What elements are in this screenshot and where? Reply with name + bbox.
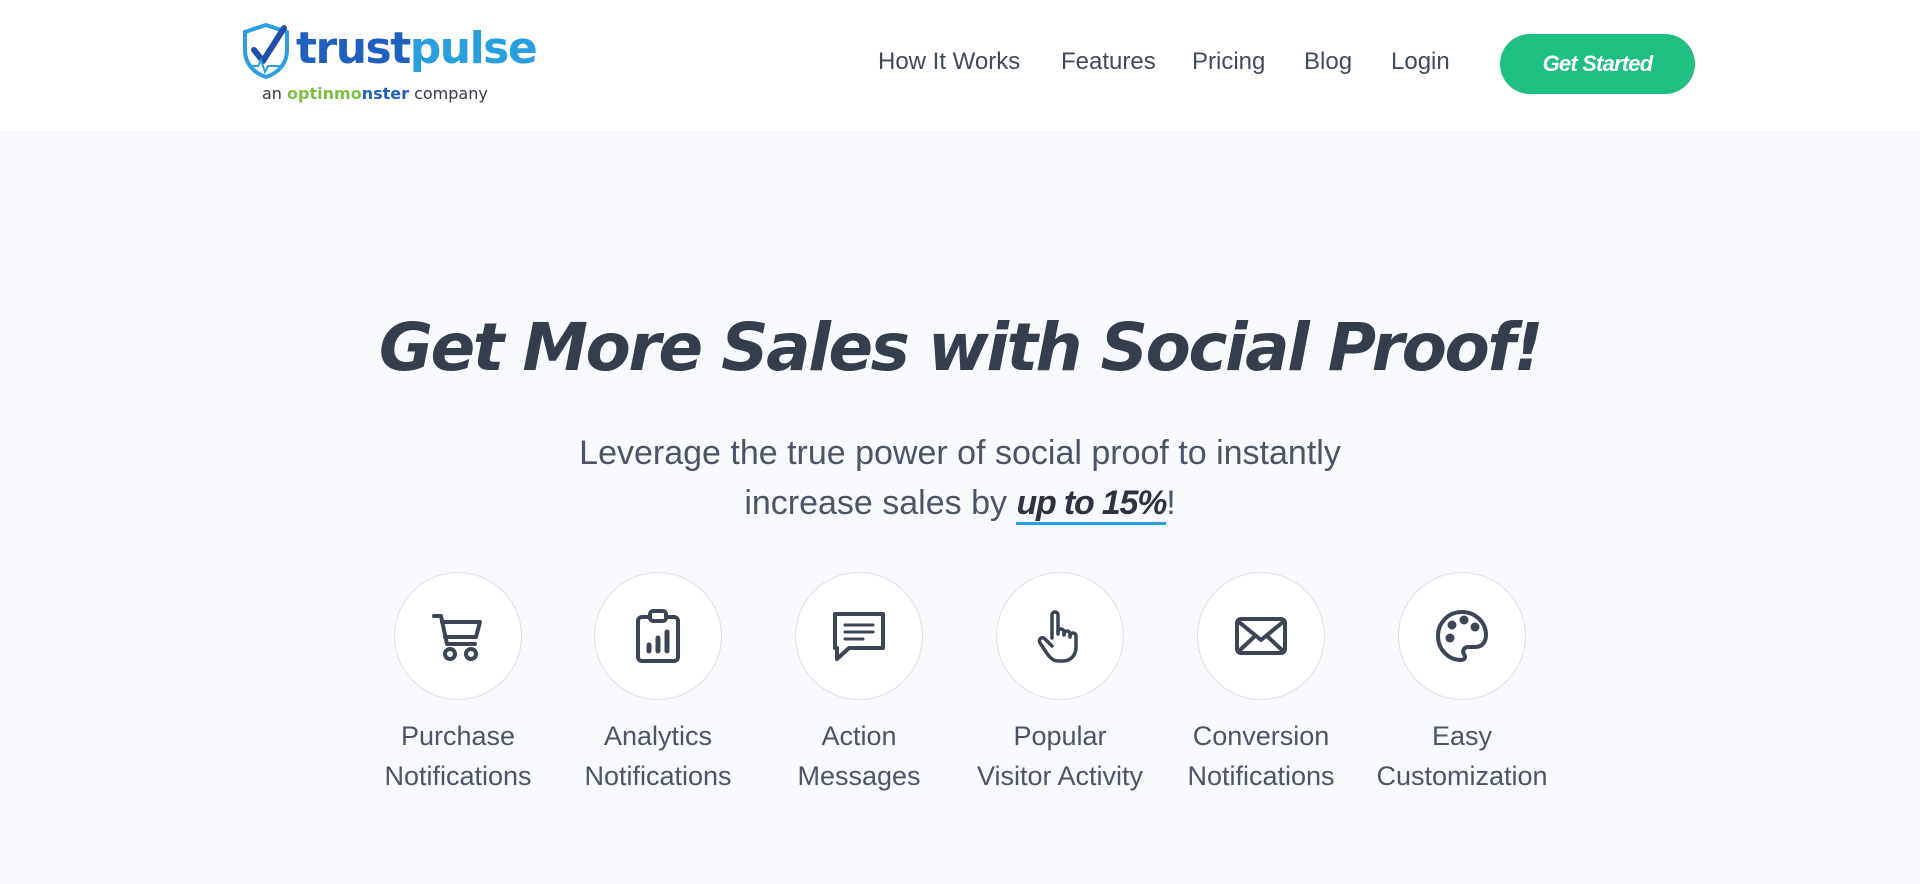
feature-label-line2: Notifications [384, 761, 532, 791]
feature-icon-circle [795, 572, 923, 700]
feature-label-line1: Easy [1431, 721, 1493, 751]
hero-subtitle-highlight: up to 15% [1016, 484, 1167, 525]
feature-label-line1: Purchase [400, 721, 516, 751]
logo-wordmark: trustpulse [296, 23, 538, 74]
site-header: trustpulse an optinmonster company How I… [0, 0, 1920, 130]
pointer-hand-icon [1037, 610, 1078, 663]
logo-word-trust: trust [296, 23, 411, 74]
feature-label-line1: Conversion [1192, 721, 1330, 751]
hero-subtitle-line2-suffix: ! [1166, 484, 1176, 522]
feature-icon-circle [394, 572, 522, 700]
feature-popular-visitor-activity[interactable]: Popular Visitor Activity [965, 572, 1155, 796]
feature-label: Popular Visitor Activity [965, 716, 1155, 796]
trustpulse-logo[interactable]: trustpulse an optinmonster company [240, 22, 538, 108]
feature-icon-circle [1197, 572, 1325, 700]
feature-label-line2: Notifications [584, 761, 732, 791]
logo-tagline: an optinmonster company [262, 84, 488, 103]
envelope-icon [1235, 617, 1287, 655]
hero-subtitle: Leverage the true power of social proof … [460, 428, 1460, 528]
feature-label-line2: Notifications [1187, 761, 1335, 791]
nav-login[interactable]: Login [1391, 44, 1450, 80]
hero-subtitle-line2-prefix: increase sales by [744, 484, 1017, 522]
feature-label-line1: Analytics [603, 721, 713, 751]
feature-icon-circle [996, 572, 1124, 700]
feature-purchase-notifications[interactable]: Purchase Notifications [363, 572, 553, 796]
tagline-suffix: company [414, 84, 488, 103]
tagline-brand-ball: o [350, 84, 362, 103]
nav-features[interactable]: Features [1061, 44, 1156, 80]
feature-conversion-notifications[interactable]: Conversion Notifications [1166, 572, 1356, 796]
feature-label-line1: Popular [1013, 721, 1107, 751]
feature-label: Easy Customization [1367, 716, 1557, 796]
nav-pricing[interactable]: Pricing [1192, 44, 1265, 80]
shopping-cart-icon [432, 614, 482, 661]
feature-icon-circle [1398, 572, 1526, 700]
tagline-prefix: an [262, 84, 282, 103]
palette-icon [1436, 610, 1488, 662]
feature-label-line2: Customization [1376, 761, 1548, 791]
feature-action-messages[interactable]: Action Messages [764, 572, 954, 796]
feature-icon-circle [594, 572, 722, 700]
feature-label: Analytics Notifications [563, 716, 753, 796]
feature-label: Conversion Notifications [1166, 716, 1356, 796]
nav-how-it-works[interactable]: How It Works [878, 44, 1020, 80]
feature-label-line1: Action [821, 721, 897, 751]
feature-label: Action Messages [764, 716, 954, 796]
feature-label: Purchase Notifications [363, 716, 553, 796]
hero-title: Get More Sales with Social Proof! [378, 309, 1544, 386]
feature-label-line2: Messages [797, 761, 921, 791]
tagline-brand-b: nster [361, 84, 409, 103]
hero-subtitle-line1: Leverage the true power of social proof … [579, 434, 1341, 472]
message-icon [833, 612, 885, 661]
nav-blog[interactable]: Blog [1304, 44, 1352, 80]
tagline-brand-a: optinm [287, 84, 351, 103]
feature-label-line2: Visitor Activity [976, 761, 1144, 791]
logo-word-pulse: pulse [409, 23, 538, 74]
clipboard-chart-icon [636, 609, 680, 663]
feature-easy-customization[interactable]: Easy Customization [1367, 572, 1557, 796]
get-started-button[interactable]: Get Started [1500, 34, 1695, 94]
feature-analytics-notifications[interactable]: Analytics Notifications [563, 572, 753, 796]
shield-check-icon [243, 22, 289, 80]
